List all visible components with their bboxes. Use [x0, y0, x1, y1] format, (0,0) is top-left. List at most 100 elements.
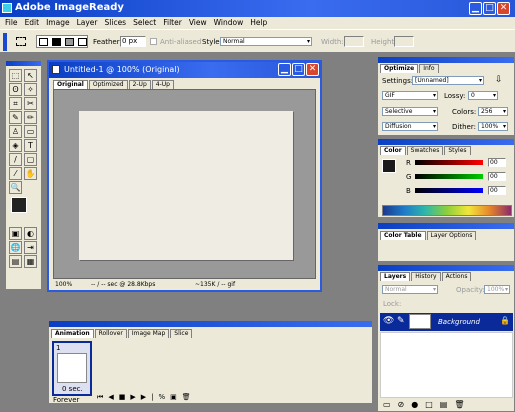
menu-window[interactable]: Window	[214, 17, 244, 29]
minimize-button[interactable]: ▁	[469, 2, 482, 15]
move-tool-icon[interactable]: ↖	[24, 69, 37, 82]
stop-icon[interactable]: ■	[119, 393, 131, 401]
view-mode-icon[interactable]: ▣	[9, 227, 22, 240]
tab-optimize[interactable]: Optimize	[380, 64, 419, 73]
hand-tool-icon[interactable]: ✋	[24, 167, 37, 180]
dither-algo-select[interactable]: Diffusion	[382, 122, 438, 131]
foreground-color-icon[interactable]	[11, 197, 27, 213]
bucket-tool-icon[interactable]: ◈	[9, 139, 22, 152]
marquee-tool-icon[interactable]: ⬚	[9, 69, 22, 82]
tab-color[interactable]: Color	[380, 146, 406, 155]
subtract-selection-icon[interactable]	[65, 38, 74, 46]
tab-2-up[interactable]: 2-Up	[128, 80, 151, 89]
tab-4-up[interactable]: 4-Up	[151, 80, 174, 89]
menu-filter[interactable]: Filter	[163, 17, 182, 29]
doc-maximize-button[interactable]: □	[292, 63, 305, 76]
loop-select[interactable]: Forever	[53, 396, 79, 404]
channel-slider[interactable]	[415, 188, 483, 193]
next-frame-icon[interactable]: ▶|	[141, 393, 159, 401]
crop-tool-icon[interactable]: ⌗	[9, 97, 22, 110]
prev-frame-icon[interactable]: ◀	[108, 393, 118, 401]
eraser-tool-icon[interactable]: ▭	[24, 125, 37, 138]
reduction-select[interactable]: Selective	[382, 107, 438, 116]
wand-tool-icon[interactable]: ✧	[24, 83, 37, 96]
lasso-tool-icon[interactable]: ʘ	[9, 83, 22, 96]
delete-frame-icon[interactable]: 🗑	[182, 393, 196, 401]
menu-select[interactable]: Select	[133, 17, 156, 29]
doc-close-button[interactable]: ✕	[306, 63, 319, 76]
tab-styles[interactable]: Styles	[444, 146, 471, 155]
menu-help[interactable]: Help	[250, 17, 267, 29]
brush-tool-icon[interactable]: ✎	[9, 111, 22, 124]
lossy-input[interactable]: 0	[468, 91, 498, 100]
new-selection-icon[interactable]	[39, 38, 48, 46]
menu-view[interactable]: View	[189, 17, 207, 29]
add-selection-icon[interactable]	[52, 38, 61, 46]
tween-icon[interactable]: %	[158, 393, 170, 401]
stamp-tool-icon[interactable]: ♙	[9, 125, 22, 138]
tab-layers[interactable]: Layers	[380, 272, 411, 281]
text-tool-icon[interactable]: T	[24, 139, 37, 152]
zoom-tool-icon[interactable]: 🔍	[9, 181, 22, 194]
channel-value[interactable]: 00	[488, 158, 506, 167]
doc-minimize-button[interactable]: ▁	[278, 63, 291, 76]
image-canvas[interactable]	[79, 111, 293, 260]
maximize-button[interactable]: □	[483, 2, 496, 15]
eyedropper-tool-icon[interactable]: ⁄	[9, 167, 22, 180]
tab-actions[interactable]: Actions	[441, 272, 472, 281]
channel-value[interactable]: 00	[488, 172, 506, 181]
menu-layer[interactable]: Layer	[77, 17, 98, 29]
feather-input[interactable]: 0 px	[120, 36, 146, 47]
channel-value[interactable]: 00	[488, 186, 506, 195]
line-tool-icon[interactable]: /	[9, 153, 22, 166]
menu-file[interactable]: File	[5, 17, 18, 29]
animation-frame[interactable]: 1 0 sec.	[52, 341, 92, 396]
foreground-swatch[interactable]	[382, 159, 396, 173]
blend-mode-select[interactable]: Normal	[382, 285, 438, 294]
layer-row[interactable]: 👁 ✎ Background 🔒	[380, 313, 513, 331]
tab-slice[interactable]: Slice	[170, 329, 193, 338]
slice-tool-icon[interactable]: ✂	[24, 97, 37, 110]
menu-edit[interactable]: Edit	[25, 17, 40, 29]
antialiased-checkbox[interactable]	[150, 38, 157, 45]
channel-slider[interactable]	[415, 174, 483, 179]
menu-image[interactable]: Image	[46, 17, 70, 29]
opacity-input[interactable]: 100%	[484, 285, 510, 294]
download-time[interactable]: -- / -- sec @ 28.8Kbps	[91, 280, 155, 290]
close-button[interactable]: ✕	[497, 2, 510, 15]
file-size[interactable]: ~135K / -- gif	[195, 280, 235, 290]
format-select[interactable]: GIF	[382, 91, 438, 100]
style-select[interactable]: Normal	[220, 37, 312, 46]
browser-icon[interactable]: 🌐	[9, 241, 22, 254]
dither-input[interactable]: 100%	[478, 122, 508, 131]
eye-icon[interactable]: 👁	[383, 316, 394, 326]
height-input[interactable]	[394, 36, 414, 47]
first-frame-icon[interactable]: ⏮	[97, 393, 108, 401]
pencil-tool-icon[interactable]: ✏	[24, 111, 37, 124]
marquee-tool-icon[interactable]	[16, 37, 26, 46]
channel-slider[interactable]	[415, 160, 483, 165]
duplicate-frame-icon[interactable]: ▣	[170, 393, 182, 401]
tab-original[interactable]: Original	[53, 80, 88, 89]
slice-visibility-icon[interactable]: ▤	[9, 255, 22, 268]
width-input[interactable]	[344, 36, 364, 47]
zoom-level[interactable]: 100%	[55, 280, 72, 290]
settings-select[interactable]: [Unnamed]	[412, 76, 484, 85]
tab-swatches[interactable]: Swatches	[406, 146, 444, 155]
colors-select[interactable]: 256	[478, 107, 508, 116]
tab-image-map[interactable]: Image Map	[127, 329, 170, 338]
intersect-selection-icon[interactable]	[78, 38, 87, 46]
save-settings-icon[interactable]: ⇩	[495, 75, 503, 85]
shape-tool-icon[interactable]: ▢	[24, 153, 37, 166]
jump-icon[interactable]: ⇥	[24, 241, 37, 254]
frame-delay[interactable]: 0 sec.	[62, 385, 83, 393]
tab-animation[interactable]: Animation	[51, 329, 94, 338]
tab-optimized[interactable]: Optimized	[88, 80, 128, 89]
tab-layer-options[interactable]: Layer Options	[426, 231, 477, 240]
color-ramp[interactable]	[382, 205, 512, 216]
tab-history[interactable]: History	[411, 272, 441, 281]
menu-slices[interactable]: Slices	[105, 17, 127, 29]
tab-info[interactable]: Info	[419, 64, 439, 73]
preview-icon[interactable]: ◐	[24, 227, 37, 240]
play-icon[interactable]: ▶	[130, 393, 140, 401]
